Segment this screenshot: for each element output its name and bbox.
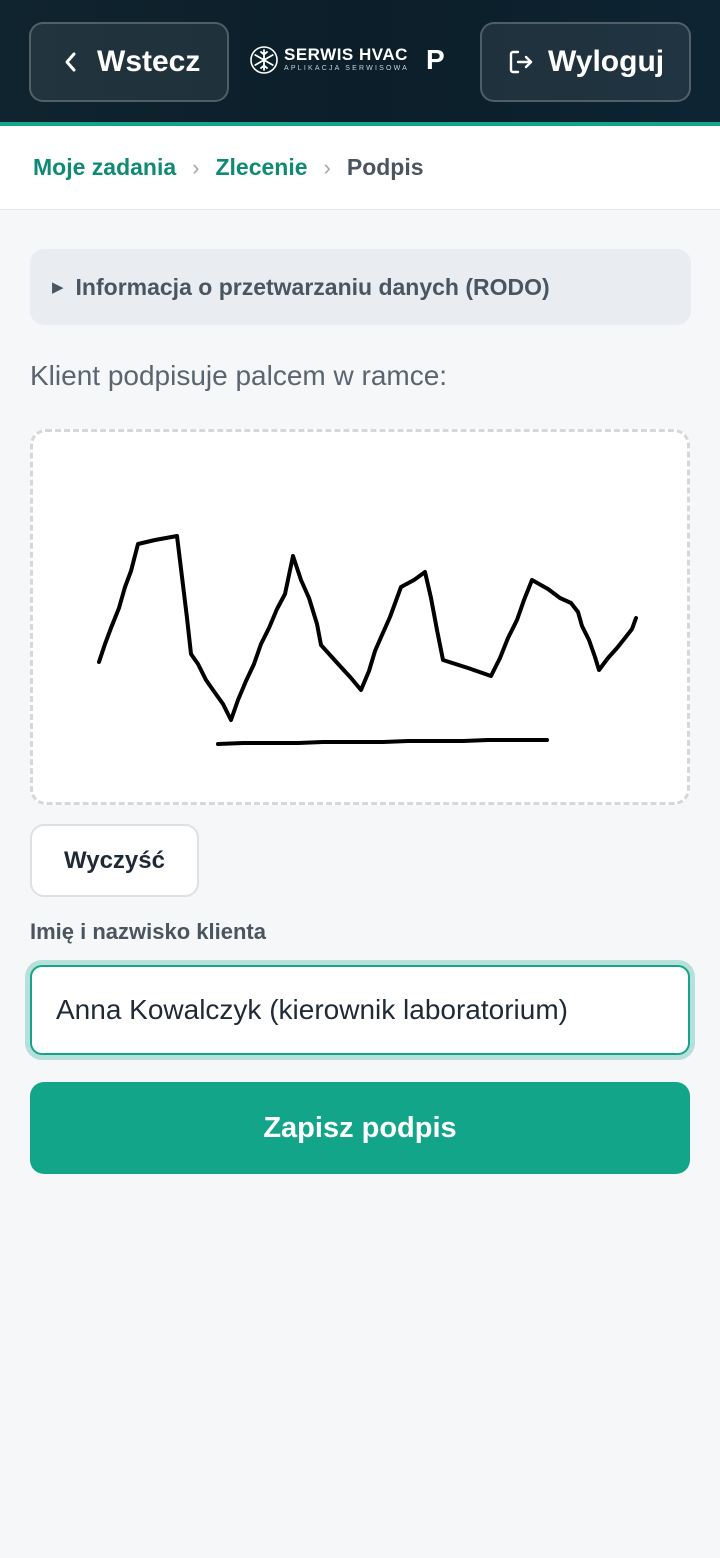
- app-header: Wstecz SERWIS HVAC APLIKACJA SERWISOWA P…: [0, 0, 720, 126]
- signature-drawing: [97, 534, 638, 746]
- client-name-input[interactable]: [30, 965, 690, 1055]
- breadcrumb: Moje zadania › Zlecenie › Podpis: [0, 126, 720, 210]
- signature-instruction: Klient podpisuje palcem w ramce:: [30, 360, 448, 391]
- breadcrumb-link-my-tasks[interactable]: Moje zadania: [33, 154, 176, 181]
- chevron-right-icon: ›: [192, 154, 200, 180]
- logout-button-label: Wyloguj: [548, 45, 665, 78]
- clear-signature-button[interactable]: Wyczyść: [30, 824, 199, 897]
- client-name-label: Imię i nazwisko klienta: [30, 919, 266, 944]
- logout-icon: [509, 50, 533, 74]
- signature-pad[interactable]: [30, 429, 690, 805]
- back-button[interactable]: Wstecz: [29, 22, 229, 102]
- back-button-label: Wstecz: [97, 45, 201, 78]
- disclosure-triangle-icon: ▶: [52, 279, 64, 296]
- user-initial[interactable]: P: [426, 44, 445, 76]
- logout-button[interactable]: Wyloguj: [480, 22, 691, 102]
- breadcrumb-current: Podpis: [346, 154, 424, 180]
- chevron-left-icon: [65, 52, 76, 72]
- brand-subtitle: APLIKACJA SERWISOWA: [284, 65, 410, 72]
- chevron-right-icon: ›: [323, 154, 331, 180]
- save-signature-button[interactable]: Zapisz podpis: [30, 1082, 690, 1174]
- brand-name: SERWIS HVAC: [284, 45, 408, 64]
- brand-logo: SERWIS HVAC APLIKACJA SERWISOWA: [250, 46, 409, 74]
- rodo-summary: Informacja o przetwarzaniu danych (RODO): [75, 273, 550, 300]
- snowflake-icon: [250, 46, 278, 74]
- breadcrumb-link-order[interactable]: Zlecenie: [215, 154, 307, 181]
- rodo-disclosure[interactable]: ▶ Informacja o przetwarzaniu danych (ROD…: [30, 249, 691, 325]
